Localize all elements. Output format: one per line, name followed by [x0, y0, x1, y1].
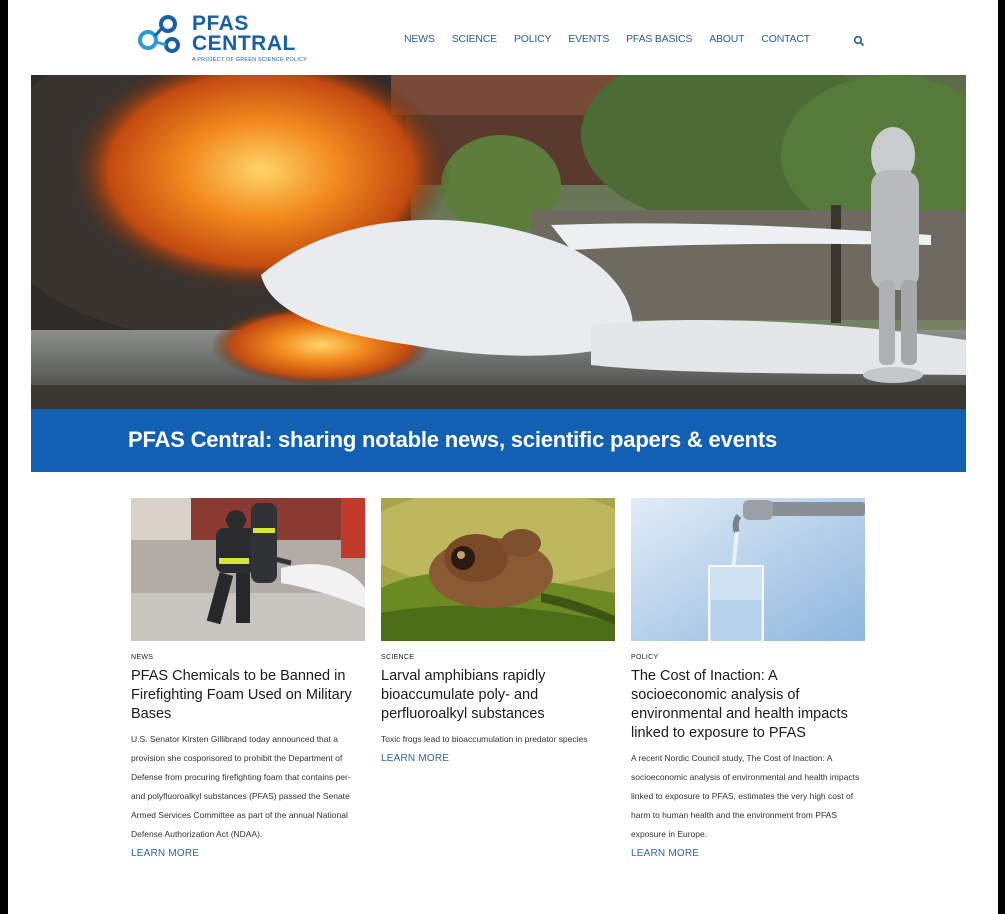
card-description: U.S. Senator Kirsten Gillibrand today an… [131, 734, 351, 839]
learn-more-link[interactable]: LEARN MORE [631, 848, 865, 859]
frog-photo[interactable] [381, 498, 615, 641]
water-glass-photo[interactable] [631, 498, 865, 641]
hero-image [31, 75, 966, 409]
firefighter-foam-photo [31, 75, 966, 409]
learn-more-link[interactable]: LEARN MORE [131, 848, 365, 859]
card-category[interactable]: NEWS [131, 654, 365, 661]
nav-science[interactable]: SCIENCE [452, 33, 497, 45]
card-description: A recent Nordic Council study, The Cost … [631, 753, 860, 839]
nav-policy[interactable]: POLICY [514, 33, 552, 45]
nav-pfas-basics[interactable]: PFAS BASICS [626, 33, 692, 45]
main-nav: NEWS SCIENCE POLICY EVENTS PFAS BASICS A… [404, 33, 827, 45]
site-logo[interactable]: PFAS CENTRAL A PROJECT OF GREEN SCIENCE … [136, 12, 356, 70]
molecule-logo-icon [138, 15, 180, 53]
hero-banner: PFAS Central: sharing notable news, scie… [31, 409, 966, 472]
learn-more-link[interactable]: LEARN MORE [381, 753, 615, 764]
logo-tagline: A PROJECT OF GREEN SCIENCE POLICY [192, 57, 307, 63]
card-title[interactable]: Larval amphibians rapidly bioaccumulate … [381, 667, 615, 724]
nav-contact[interactable]: CONTACT [761, 33, 810, 45]
article-card: NEWS PFAS Chemicals to be Banned in Fire… [131, 498, 365, 859]
card-title[interactable]: The Cost of Inaction: A socioeconomic an… [631, 667, 865, 743]
nav-events[interactable]: EVENTS [568, 33, 609, 45]
card-title[interactable]: PFAS Chemicals to be Banned in Firefight… [131, 667, 365, 724]
card-category[interactable]: POLICY [631, 654, 865, 661]
logo-line-1: PFAS [192, 12, 249, 35]
page: PFAS CENTRAL A PROJECT OF GREEN SCIENCE … [8, 0, 998, 914]
logo-wordmark: PFAS CENTRAL [192, 12, 296, 55]
search-icon[interactable] [853, 35, 865, 47]
nav-about[interactable]: ABOUT [709, 33, 744, 45]
firefighter-photo[interactable] [131, 498, 365, 641]
card-description: Toxic frogs lead to bioaccumulation in p… [381, 734, 588, 744]
card-category[interactable]: SCIENCE [381, 654, 615, 661]
logo-line-2: CENTRAL [192, 32, 296, 55]
article-card: SCIENCE Larval amphibians rapidly bioacc… [381, 498, 615, 764]
hero-headline: PFAS Central: sharing notable news, scie… [128, 427, 778, 452]
article-card: POLICY The Cost of Inaction: A socioecon… [631, 498, 865, 859]
nav-news[interactable]: NEWS [404, 33, 435, 45]
